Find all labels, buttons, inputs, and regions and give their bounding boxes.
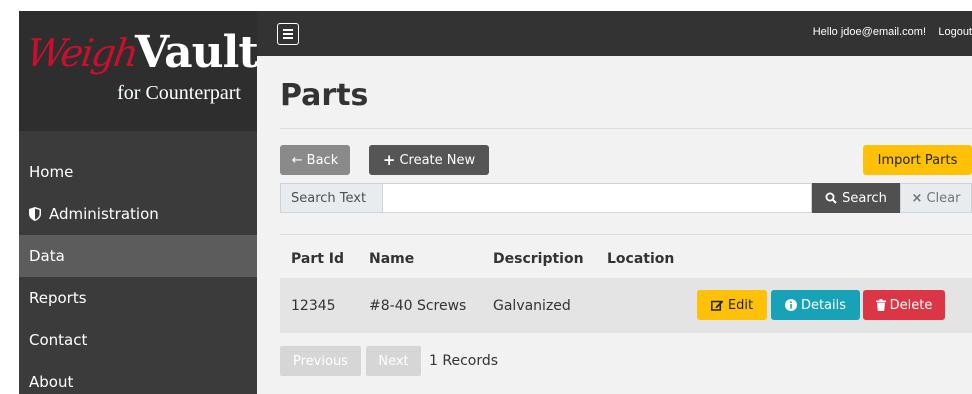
clear-button[interactable]: × Clear (900, 183, 972, 213)
table-row: 12345 #8-40 Screws Galvanized Edit Detai… (280, 278, 972, 333)
search-prefix-label: Search Text (280, 183, 383, 213)
edit-button-label: Edit (727, 297, 754, 313)
sidebar-item-label: About (29, 373, 74, 391)
clear-button-label: Clear (926, 190, 961, 206)
import-parts-button-label: Import Parts (877, 152, 958, 168)
sidebar-item-label: Contact (29, 331, 88, 349)
trash-icon (875, 299, 886, 311)
create-new-button-label: Create New (399, 152, 476, 168)
logout-link[interactable]: Logout (938, 26, 972, 38)
shield-icon (29, 207, 41, 221)
main-content: Parts ← Back + Create New Import Parts S… (257, 56, 972, 394)
sidebar-item-label: Home (29, 163, 74, 181)
sidebar-item-label: Data (29, 247, 65, 265)
import-parts-button[interactable]: Import Parts (863, 145, 972, 175)
column-header-location[interactable]: Location (607, 251, 674, 267)
sidebar-item-reports[interactable]: Reports (19, 277, 257, 319)
sidebar-item-administration[interactable]: Administration (19, 193, 257, 235)
arrow-left-icon: ← (291, 152, 303, 168)
back-button-label: Back (306, 152, 339, 168)
sidebar-item-contact[interactable]: Contact (19, 319, 257, 361)
edit-button[interactable]: Edit (697, 290, 767, 320)
divider (280, 128, 972, 129)
next-page-button[interactable]: Next (366, 346, 421, 376)
logo-vault-text: Vault (135, 27, 259, 78)
sidebar-item-about[interactable]: About (19, 361, 257, 394)
logo-subtitle: for Counterpart (117, 82, 241, 104)
column-header-part-id[interactable]: Part Id (291, 251, 344, 267)
details-button[interactable]: Details (771, 290, 860, 320)
parts-table: Part Id Name Description Location 12345 … (280, 238, 972, 333)
logo-weigh-text: Weigh (23, 31, 140, 75)
hamburger-menu-icon[interactable] (277, 23, 299, 45)
sidebar-nav: Home Administration Data Reports Contact… (19, 151, 257, 394)
search-input[interactable] (383, 183, 812, 213)
window-left-edge (0, 0, 19, 394)
window-top-edge (0, 0, 972, 11)
page-title: Parts (280, 78, 369, 113)
sidebar: Weigh Vault for Counterpart Home Adminis… (19, 11, 259, 394)
sidebar-item-home[interactable]: Home (19, 151, 257, 193)
previous-page-button[interactable]: Previous (280, 346, 361, 376)
cell-name: #8-40 Screws (369, 298, 467, 314)
table-header: Part Id Name Description Location (280, 238, 972, 278)
user-greeting: Hello jdoe@email.com! (812, 26, 926, 38)
cell-description: Galvanized (493, 298, 571, 314)
create-new-button[interactable]: + Create New (369, 145, 489, 175)
cell-part-id: 12345 (291, 298, 336, 314)
delete-button-label: Delete (889, 297, 933, 313)
search-bar: Search Text Search × Clear (280, 183, 972, 213)
logo[interactable]: Weigh Vault for Counterpart (19, 11, 259, 131)
edit-icon (710, 300, 724, 311)
delete-button[interactable]: Delete (863, 290, 945, 320)
column-header-name[interactable]: Name (369, 251, 414, 267)
column-header-description[interactable]: Description (493, 251, 584, 267)
close-icon: × (911, 190, 923, 206)
sidebar-item-data[interactable]: Data (19, 235, 257, 277)
details-button-label: Details (800, 297, 847, 313)
search-icon (825, 192, 837, 204)
plus-icon: + (382, 151, 396, 169)
search-button-label: Search (842, 190, 887, 206)
search-button[interactable]: Search (812, 183, 900, 213)
sidebar-item-label: Administration (49, 205, 159, 223)
top-bar: Hello jdoe@email.com! Logout (257, 11, 972, 56)
record-count: 1 Records (429, 353, 499, 369)
divider (280, 234, 972, 235)
back-button[interactable]: ← Back (280, 145, 350, 175)
sidebar-item-label: Reports (29, 289, 87, 307)
pagination: Previous Next 1 Records (280, 346, 498, 376)
info-icon (784, 299, 797, 311)
